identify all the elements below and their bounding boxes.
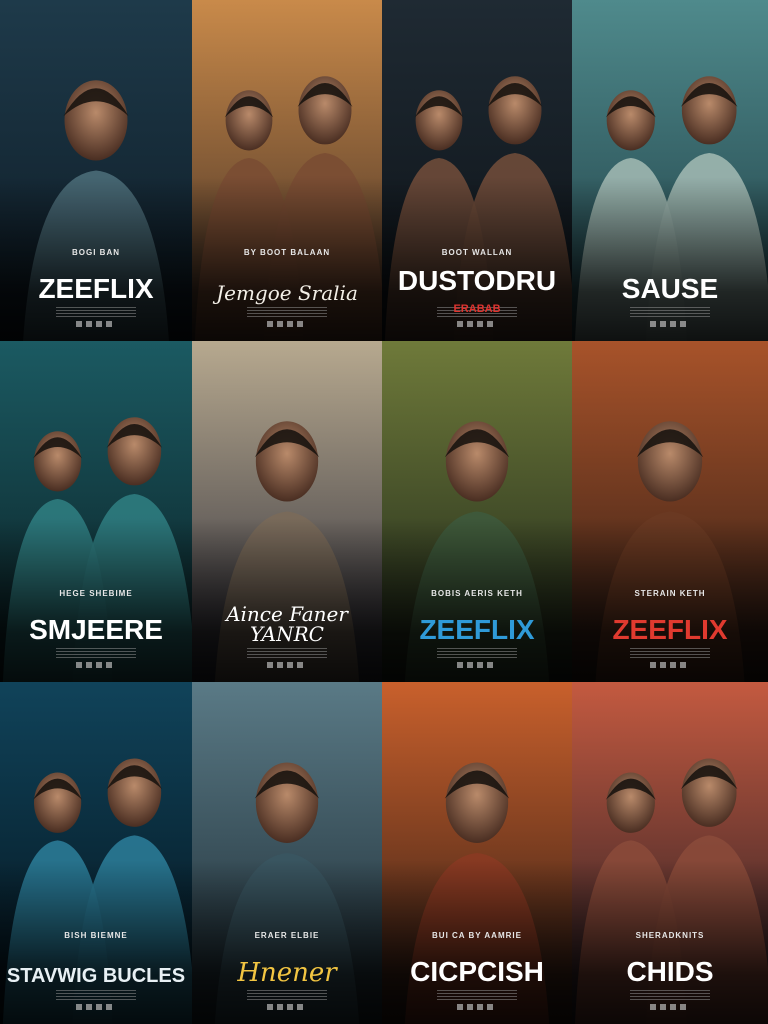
poster-tagline: BOOT WALLAN xyxy=(441,248,513,257)
movie-poster-2: BY BOOT BALAAN Jemgoe Sralia xyxy=(192,0,382,341)
poster-studio-logos xyxy=(457,321,497,327)
poster-title: CHIDS xyxy=(626,956,714,987)
poster-studio-logos xyxy=(457,662,497,668)
movie-poster-11: BUI CA BY AAMRIE CICPCISH xyxy=(382,682,572,1024)
poster-studio-logos xyxy=(267,1004,307,1010)
movie-poster-6: Aince Faner YANRC xyxy=(192,341,382,682)
movie-poster-12: SHERADKNITS CHIDS xyxy=(572,682,768,1024)
poster-credits-block xyxy=(56,990,136,1000)
movie-poster-4: SAUSE xyxy=(572,0,768,341)
movie-poster-9: BISH BIEMNE STAVWIG BUCLES xyxy=(0,682,192,1024)
movie-poster-1: BOGI BAN ZEEFLIX xyxy=(0,0,192,341)
movie-poster-5: HEGE SHEBIME SMJEERE xyxy=(0,341,192,682)
poster-grid: BOGI BAN ZEEFLIX BY BOOT BALAAN Jemgoe S… xyxy=(0,0,768,1024)
poster-tagline: SHERADKNITS xyxy=(635,931,705,940)
poster-credits-block xyxy=(437,990,517,1000)
poster-credits-block xyxy=(630,307,710,317)
movie-poster-8: STERAIN KETH ZEEFLIX xyxy=(572,341,768,682)
poster-subtitle: ERABAB xyxy=(453,303,501,315)
poster-title: Hnener xyxy=(237,958,337,988)
poster-studio-logos xyxy=(457,1004,497,1010)
poster-studio-logos xyxy=(267,662,307,668)
poster-tagline: BOGI BAN xyxy=(72,248,120,257)
poster-credits-block xyxy=(247,648,327,658)
poster-studio-logos xyxy=(76,662,116,668)
poster-tagline: BISH BIEMNE xyxy=(64,931,128,940)
poster-title: ZEEFLIX xyxy=(38,273,154,304)
movie-poster-7: BOBIS AERIS KETH ZEEFLIX xyxy=(382,341,572,682)
poster-studio-logos xyxy=(76,321,116,327)
poster-credits-block xyxy=(247,990,327,1000)
poster-title: CICPCISH xyxy=(410,956,544,987)
poster-tagline: HEGE SHEBIME xyxy=(59,589,133,598)
poster-credits-block xyxy=(630,648,710,658)
poster-credits-block xyxy=(437,648,517,658)
movie-poster-3: BOOT WALLAN DUSTODRU ERABAB xyxy=(382,0,572,341)
poster-credits-block xyxy=(247,307,327,317)
poster-studio-logos xyxy=(650,321,690,327)
poster-tagline: BUI CA BY AAMRIE xyxy=(432,931,522,940)
poster-credits-block xyxy=(56,307,136,317)
poster-title: ZEEFLIX xyxy=(612,614,728,645)
poster-title: SMJEERE xyxy=(29,614,163,645)
poster-title: STAVWIG BUCLES xyxy=(6,965,186,987)
poster-title: Aince Faner YANRC xyxy=(226,602,348,646)
poster-title: ZEEFLIX xyxy=(419,614,535,645)
poster-credits-block xyxy=(56,648,136,658)
poster-tagline: BOBIS AERIS KETH xyxy=(431,589,523,598)
poster-studio-logos xyxy=(650,662,690,668)
poster-tagline: STERAIN KETH xyxy=(634,589,706,598)
poster-tagline: BY BOOT BALAAN xyxy=(243,248,331,257)
poster-studio-logos xyxy=(267,321,307,327)
poster-studio-logos xyxy=(650,1004,690,1010)
poster-tagline: ERAER ELBIE xyxy=(254,931,320,940)
movie-poster-10: ERAER ELBIE Hnener xyxy=(192,682,382,1024)
poster-studio-logos xyxy=(76,1004,116,1010)
poster-credits-block xyxy=(630,990,710,1000)
poster-title: DUSTODRU xyxy=(397,265,557,296)
poster-title: SAUSE xyxy=(621,273,719,304)
poster-title: Jemgoe Sralia xyxy=(216,281,358,305)
